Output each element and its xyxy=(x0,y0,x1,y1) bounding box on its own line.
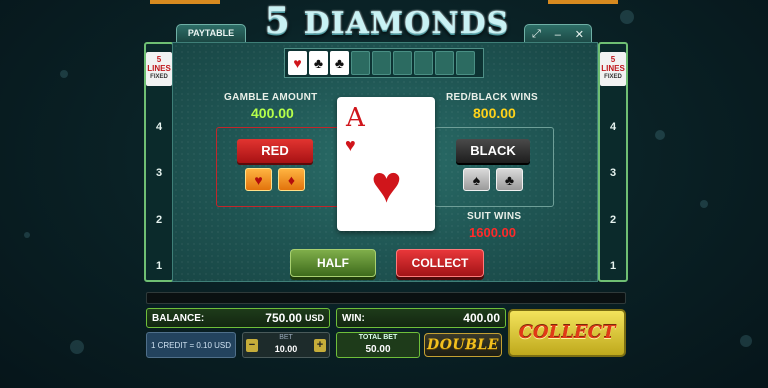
club-suit-button[interactable]: ♣ xyxy=(496,168,523,191)
close-icon[interactable]: ✕ xyxy=(575,28,584,41)
top-decoration xyxy=(150,0,220,4)
background-bubble xyxy=(620,10,634,24)
lines-badge-text: 5 LINES xyxy=(147,55,171,73)
double-button[interactable]: DOUBLE xyxy=(424,333,502,357)
lines-badge-fixed: FIXED xyxy=(150,74,168,80)
credit-value-selector[interactable]: 1 CREDIT = 0.10 USD xyxy=(146,332,236,358)
total-bet-label: TOTAL BET xyxy=(358,334,398,341)
game-logo: 5 DIAMONDS xyxy=(262,0,512,42)
lines-badge: 5 LINES FIXED xyxy=(600,52,626,86)
red-black-wins-value: 800.00 xyxy=(473,105,516,121)
lines-badge: 5 LINES FIXED xyxy=(146,52,172,86)
fullscreen-icon[interactable]: ⤢ xyxy=(532,28,541,41)
window-controls: ⤢ – ✕ xyxy=(524,24,592,44)
history-card: ♣ xyxy=(330,51,349,75)
red-black-wins-label: RED/BLACK WINS xyxy=(446,92,538,103)
club-icon: ♣ xyxy=(313,55,324,71)
total-bet-value: 50.00 xyxy=(365,344,391,355)
line-number: 1 xyxy=(155,260,163,272)
background-bubble xyxy=(60,70,68,78)
history-card-back xyxy=(435,51,454,75)
heart-icon: ♥ xyxy=(371,156,402,214)
left-line-indicator: 5 LINES FIXED 4 3 2 1 xyxy=(144,42,174,282)
suit-wins-label: SUIT WINS xyxy=(467,211,522,222)
history-card-back xyxy=(393,51,412,75)
bet-control: − BET 10.00 + xyxy=(242,332,330,358)
collect-button[interactable]: COLLECT xyxy=(508,309,626,357)
balance-value: 750.00 xyxy=(265,311,302,325)
card-rank: A xyxy=(346,103,365,133)
half-button[interactable]: HALF xyxy=(290,249,376,277)
history-card: ♥ xyxy=(288,51,307,75)
balance-label: BALANCE: xyxy=(152,312,205,324)
logo-number: 5 xyxy=(264,0,291,42)
background-bubble xyxy=(740,335,752,347)
card-history: ♥ ♣ ♣ xyxy=(284,48,484,78)
win-display: WIN: 400.00 xyxy=(336,308,506,328)
red-button[interactable]: RED xyxy=(237,139,313,163)
heart-suit-button[interactable]: ♥ xyxy=(245,168,272,191)
line-number: 4 xyxy=(609,120,617,133)
line-number: 3 xyxy=(609,167,617,179)
spade-icon: ♠ xyxy=(472,171,481,188)
heart-icon: ♥ xyxy=(345,135,356,155)
balance-currency: USD xyxy=(304,313,324,323)
bet-increase-button[interactable]: + xyxy=(314,339,326,352)
club-icon: ♣ xyxy=(334,55,345,71)
suit-wins-value: 1600.00 xyxy=(469,225,516,240)
gamble-amount-label: GAMBLE AMOUNT xyxy=(224,92,318,103)
club-icon: ♣ xyxy=(504,171,515,188)
history-card-back xyxy=(372,51,391,75)
line-number: 2 xyxy=(609,213,617,226)
heart-icon: ♥ xyxy=(293,55,302,71)
top-decoration xyxy=(548,0,618,4)
history-card-back xyxy=(414,51,433,75)
line-number: 2 xyxy=(155,213,163,226)
logo-word: DIAMONDS xyxy=(303,6,510,41)
message-bar xyxy=(146,292,626,304)
history-card: ♣ xyxy=(309,51,328,75)
revealed-card: A ♥ ♥ xyxy=(337,97,435,231)
win-value: 400.00 xyxy=(463,311,500,325)
heart-icon: ♥ xyxy=(254,171,263,188)
paytable-tab[interactable]: PAYTABLE xyxy=(176,24,246,42)
balance-display: BALANCE: 750.00 USD xyxy=(146,308,330,328)
line-number: 4 xyxy=(155,120,163,133)
minimize-icon[interactable]: – xyxy=(555,29,561,41)
right-line-indicator: 5 LINES FIXED 4 3 2 1 xyxy=(598,42,628,282)
history-card-back xyxy=(351,51,370,75)
line-number: 1 xyxy=(609,260,617,272)
background-bubble xyxy=(24,232,30,238)
line-number: 3 xyxy=(155,167,163,179)
background-bubble xyxy=(700,200,708,208)
black-button[interactable]: BLACK xyxy=(456,139,530,163)
total-bet-display: TOTAL BET 50.00 xyxy=(336,332,420,358)
diamond-icon: ♦ xyxy=(287,171,296,188)
spade-suit-button[interactable]: ♠ xyxy=(463,168,490,191)
background-bubble xyxy=(70,340,84,354)
diamond-suit-button[interactable]: ♦ xyxy=(278,168,305,191)
background-bubble xyxy=(655,130,665,140)
win-label: WIN: xyxy=(342,312,365,324)
lines-badge-fixed: FIXED xyxy=(604,74,622,80)
history-card-back xyxy=(456,51,475,75)
lines-badge-text: 5 LINES xyxy=(601,55,625,73)
gamble-amount-value: 400.00 xyxy=(251,105,294,121)
gamble-collect-button[interactable]: COLLECT xyxy=(396,249,484,277)
